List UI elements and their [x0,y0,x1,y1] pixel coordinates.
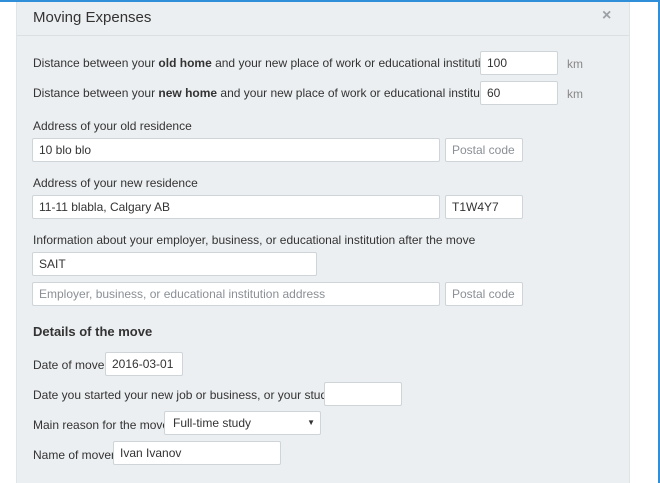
reason-select-value: Full-time study [173,416,252,430]
old-residence-address-input[interactable] [32,138,440,162]
chevron-down-icon: ▼ [307,418,315,427]
distance-new-home-label-bold: new home [158,86,218,100]
distance-new-home-label-part2: and your new place of work or educationa… [217,86,500,100]
distance-old-home-label: Distance between your old home and your … [33,56,494,70]
date-of-move-label: Date of move [33,358,105,372]
reason-label: Main reason for the move [33,418,170,432]
modal-header: Moving Expenses × [17,2,629,36]
mover-name-input[interactable] [113,441,281,465]
moving-expenses-modal: Moving Expenses × Distance between your … [17,2,629,483]
distance-old-home-label-part2: and your new place of work or educationa… [211,56,494,70]
distance-old-home-label-part1: Distance between your [33,56,159,70]
employer-address-input[interactable] [32,282,440,306]
close-icon[interactable]: × [602,6,611,26]
new-residence-postal-input[interactable] [445,195,523,219]
start-date-label: Date you started your new job or busines… [33,388,343,402]
modal-title: Moving Expenses [33,9,152,26]
distance-old-home-unit: km [567,57,583,71]
old-residence-postal-input[interactable] [445,138,523,162]
employer-label: Information about your employer, busines… [33,233,476,247]
new-residence-address-input[interactable] [32,195,440,219]
distance-new-home-unit: km [567,87,583,101]
old-residence-label: Address of your old residence [33,119,192,133]
distance-old-home-input[interactable] [480,51,558,75]
employer-postal-input[interactable] [445,282,523,306]
distance-new-home-input[interactable] [480,81,558,105]
distance-new-home-label-part1: Distance between your [33,86,159,100]
distance-new-home-label: Distance between your new home and your … [33,86,499,100]
employer-name-input[interactable] [32,252,317,276]
new-residence-label: Address of your new residence [33,176,198,190]
distance-old-home-label-bold: old home [158,56,212,70]
details-heading: Details of the move [33,324,153,339]
modal-right-border [629,2,630,483]
date-of-move-input[interactable] [105,352,183,376]
mover-label: Name of mover [33,448,116,462]
start-date-input[interactable] [324,382,402,406]
reason-select[interactable]: Full-time study ▼ [164,411,321,435]
